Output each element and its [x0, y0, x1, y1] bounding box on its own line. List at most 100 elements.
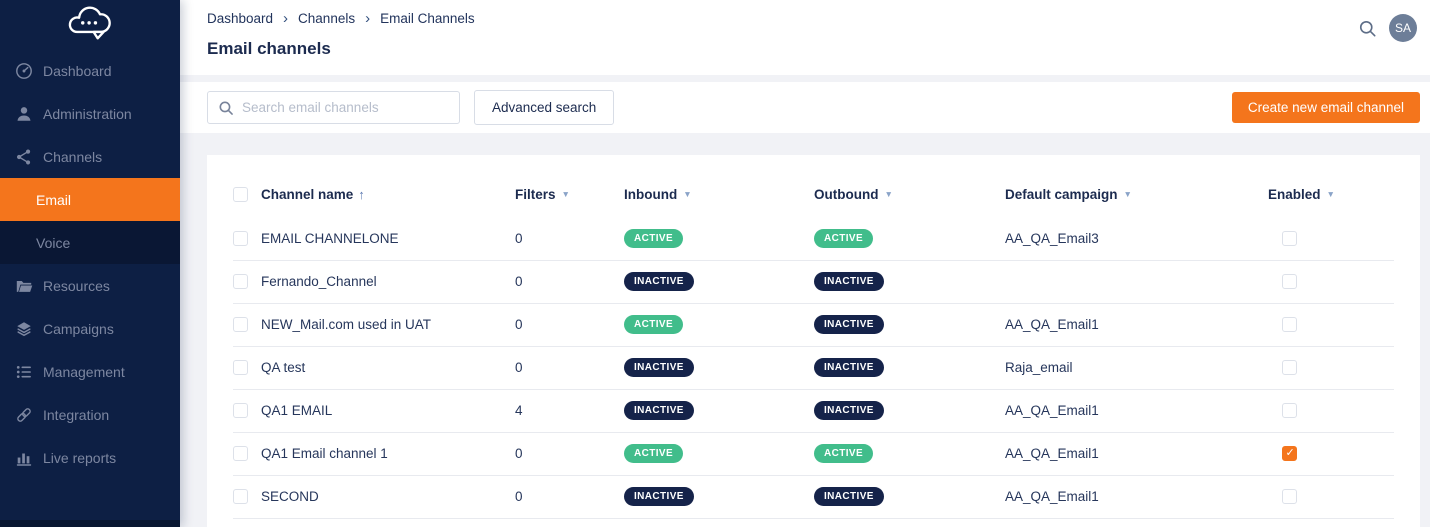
filters-count: 0: [515, 432, 624, 475]
inbound-status-badge: ACTIVE: [624, 315, 683, 334]
column-header-default-campaign[interactable]: Default campaign▼: [1005, 155, 1268, 217]
row-checkbox[interactable]: [233, 317, 248, 332]
enabled-checkbox[interactable]: [1282, 360, 1297, 375]
sidebar-item-label: Live reports: [43, 450, 116, 466]
default-campaign: AA_QA_Email1: [1005, 475, 1268, 518]
toolbar: Advanced search Create new email channel: [180, 82, 1430, 133]
table-row: EMAIL CHANNELONE 0 ACTIVE ACTIVE AA_QA_E…: [233, 217, 1394, 260]
list-icon: [14, 363, 34, 381]
breadcrumb-channels[interactable]: Channels: [298, 11, 355, 26]
advanced-search-button[interactable]: Advanced search: [474, 90, 614, 125]
column-header-outbound[interactable]: Outbound▼: [814, 155, 1005, 217]
channel-name-link[interactable]: NEW_Mail.com used in UAT: [261, 317, 431, 332]
default-campaign: [1005, 260, 1268, 303]
bar-chart-icon: [14, 449, 34, 467]
layers-icon: [14, 320, 34, 338]
default-campaign: Raja_email: [1005, 346, 1268, 389]
page-header: Dashboard › Channels › Email Channels Em…: [180, 0, 1430, 75]
enabled-checkbox[interactable]: [1282, 231, 1297, 246]
filters-count: 4: [515, 389, 624, 432]
table-row: QA1 EMAIL 4 INACTIVE INACTIVE AA_QA_Emai…: [233, 389, 1394, 432]
page-title: Email channels: [207, 39, 1416, 59]
table-row: Fernando_Channel 0 INACTIVE INACTIVE: [233, 260, 1394, 303]
channel-name-link[interactable]: QA test: [261, 360, 305, 375]
filters-count: 0: [515, 260, 624, 303]
row-checkbox[interactable]: [233, 446, 248, 461]
inbound-status-badge: INACTIVE: [624, 272, 694, 291]
sidebar: Dashboard Administration Channels Email …: [0, 0, 180, 527]
filters-count: 0: [515, 475, 624, 518]
sidebar-item-resources[interactable]: Resources: [0, 264, 180, 307]
row-checkbox[interactable]: [233, 231, 248, 246]
channel-name-link[interactable]: SECOND: [261, 489, 319, 504]
column-header-inbound[interactable]: Inbound▼: [624, 155, 814, 217]
cloud-logo-icon: [61, 2, 119, 47]
column-header-channel-name[interactable]: Channel name↑: [261, 155, 515, 217]
folder-icon: [14, 277, 34, 295]
chevron-down-icon: ▼: [562, 189, 570, 199]
enabled-checkbox[interactable]: [1282, 446, 1297, 461]
channel-name-link[interactable]: EMAIL CHANNELONE: [261, 231, 399, 246]
sidebar-item-label: Integration: [43, 407, 109, 423]
chevron-down-icon: ▼: [683, 189, 691, 199]
channel-name-link[interactable]: QA1 EMAIL: [261, 403, 332, 418]
outbound-status-badge: INACTIVE: [814, 272, 884, 291]
breadcrumb-email-channels[interactable]: Email Channels: [380, 11, 475, 26]
inbound-status-badge: INACTIVE: [624, 358, 694, 377]
inbound-status-badge: INACTIVE: [624, 487, 694, 506]
default-campaign: AA_QA_Email1: [1005, 389, 1268, 432]
sidebar-item-channels[interactable]: Channels: [0, 135, 180, 178]
enabled-checkbox[interactable]: [1282, 403, 1297, 418]
enabled-checkbox[interactable]: [1282, 274, 1297, 289]
column-header-filters[interactable]: Filters▼: [515, 155, 624, 217]
user-icon: [14, 105, 34, 123]
header-divider: [180, 75, 1430, 82]
app-logo[interactable]: [0, 0, 180, 49]
sidebar-item-live-reports[interactable]: Live reports: [0, 436, 180, 479]
sidebar-item-email[interactable]: Email: [0, 178, 180, 221]
avatar[interactable]: SA: [1389, 14, 1417, 42]
email-channels-table: Channel name↑ Filters▼ Inbound▼ Outbound…: [233, 155, 1394, 519]
gauge-icon: [14, 62, 34, 80]
search-box: [207, 91, 460, 124]
enabled-checkbox[interactable]: [1282, 317, 1297, 332]
share-icon: [14, 148, 34, 166]
sidebar-item-dashboard[interactable]: Dashboard: [0, 49, 180, 92]
table-row: QA test 0 INACTIVE INACTIVE Raja_email: [233, 346, 1394, 389]
sidebar-item-management[interactable]: Management: [0, 350, 180, 393]
header-actions: SA: [1358, 14, 1417, 42]
create-new-email-channel-button[interactable]: Create new email channel: [1232, 92, 1420, 123]
row-checkbox[interactable]: [233, 489, 248, 504]
channel-name-link[interactable]: Fernando_Channel: [261, 274, 377, 289]
sidebar-item-label: Dashboard: [43, 63, 112, 79]
row-checkbox[interactable]: [233, 274, 248, 289]
filters-count: 0: [515, 346, 624, 389]
sidebar-item-integration[interactable]: Integration: [0, 393, 180, 436]
breadcrumb: Dashboard › Channels › Email Channels: [207, 11, 1416, 26]
outbound-status-badge: INACTIVE: [814, 487, 884, 506]
sort-ascending-icon: ↑: [358, 187, 365, 202]
table-header-row: Channel name↑ Filters▼ Inbound▼ Outbound…: [233, 155, 1394, 217]
filters-count: 0: [515, 303, 624, 346]
channel-name-link[interactable]: QA1 Email channel 1: [261, 446, 388, 461]
row-checkbox[interactable]: [233, 403, 248, 418]
search-icon: [218, 100, 234, 116]
sidebar-item-label: Channels: [43, 149, 102, 165]
main-content: Dashboard › Channels › Email Channels Em…: [180, 0, 1430, 527]
column-header-enabled[interactable]: Enabled▼: [1268, 155, 1394, 217]
default-campaign: AA_QA_Email1: [1005, 432, 1268, 475]
sidebar-item-voice[interactable]: Voice: [0, 221, 180, 264]
breadcrumb-dashboard[interactable]: Dashboard: [207, 11, 273, 26]
sidebar-item-campaigns[interactable]: Campaigns: [0, 307, 180, 350]
sidebar-item-administration[interactable]: Administration: [0, 92, 180, 135]
sidebar-item-label: Campaigns: [43, 321, 114, 337]
row-checkbox[interactable]: [233, 360, 248, 375]
select-all-checkbox[interactable]: [233, 187, 248, 202]
search-input[interactable]: [242, 100, 449, 115]
search-icon[interactable]: [1358, 19, 1377, 38]
enabled-checkbox[interactable]: [1282, 489, 1297, 504]
outbound-status-badge: INACTIVE: [814, 315, 884, 334]
default-campaign: AA_QA_Email1: [1005, 303, 1268, 346]
sidebar-item-label: Email: [36, 192, 71, 208]
inbound-status-badge: ACTIVE: [624, 229, 683, 248]
